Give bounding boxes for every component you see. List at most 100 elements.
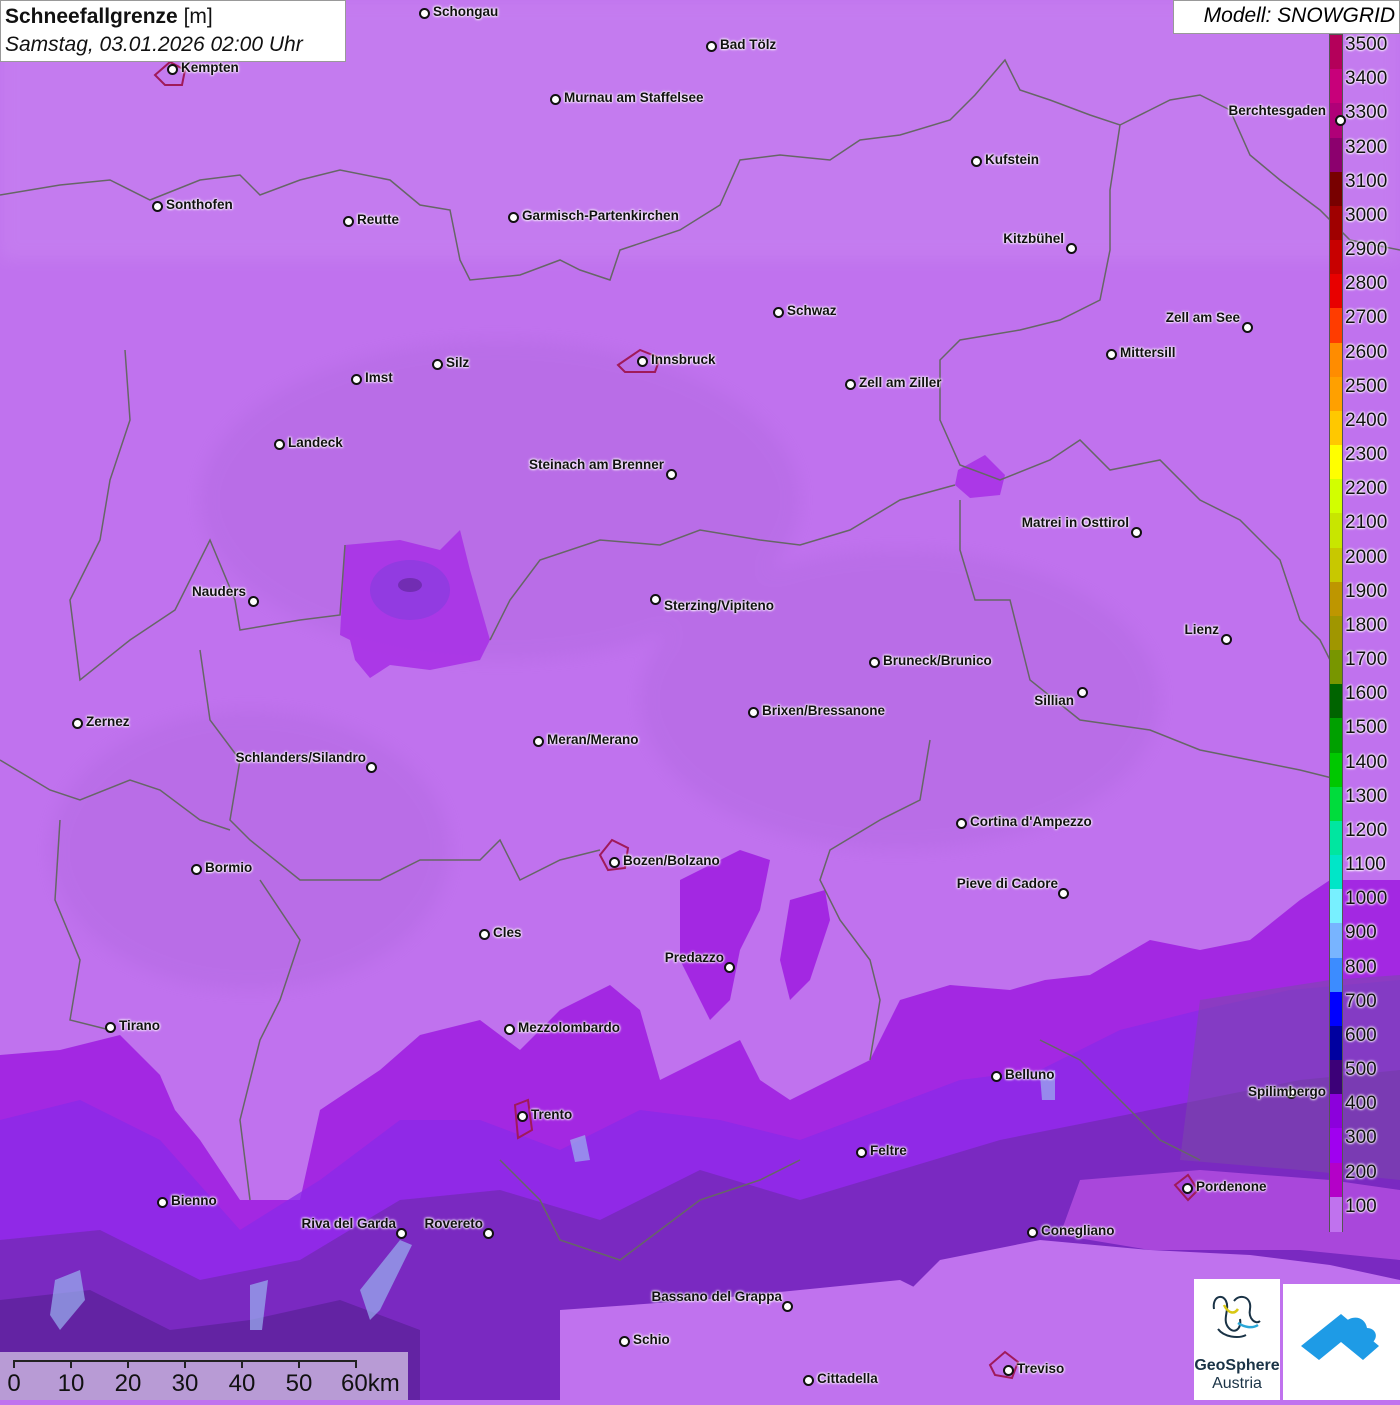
scale-tick	[298, 1360, 300, 1368]
legend-swatch	[1330, 137, 1342, 173]
geosphere-austria-logo[interactable]: GeoSphere Austria	[1194, 1279, 1280, 1400]
city-marker	[396, 1228, 407, 1239]
city-marker	[366, 762, 377, 773]
city-label: Belluno	[1005, 1067, 1055, 1082]
legend-swatch	[1330, 786, 1342, 822]
city-label: Bruneck/Brunico	[883, 653, 992, 668]
city-marker	[1003, 1365, 1014, 1376]
city-marker	[1221, 634, 1232, 645]
city-label: Landeck	[288, 435, 343, 450]
city-label: Schwaz	[787, 303, 837, 318]
legend-label: 2000	[1345, 546, 1388, 568]
city-marker	[773, 307, 784, 318]
scale-label: 10	[57, 1370, 85, 1397]
city-marker	[803, 1375, 814, 1386]
scale-tick	[184, 1360, 186, 1368]
legend-label: 3000	[1345, 204, 1388, 226]
model-label: Modell: SNOWGRID	[1173, 0, 1400, 34]
city-marker	[483, 1228, 494, 1239]
city-marker	[856, 1147, 867, 1158]
legend-label: 300	[1345, 1127, 1377, 1149]
city-label: Mezzolombardo	[518, 1020, 621, 1035]
legend-label: 2700	[1345, 307, 1388, 329]
city-label: Cittadella	[817, 1371, 878, 1386]
city-label: Sonthofen	[166, 197, 233, 212]
city-marker	[1058, 888, 1069, 899]
legend-swatch	[1330, 1196, 1342, 1232]
legend-swatch	[1330, 684, 1342, 720]
scale-label: 60km	[341, 1370, 400, 1397]
city-label: Zell am Ziller	[859, 375, 942, 390]
city-label: Murnau am Staffelsee	[564, 90, 704, 105]
city-marker	[1131, 527, 1142, 538]
legend-swatch	[1330, 1025, 1342, 1061]
legend-swatch	[1330, 752, 1342, 788]
legend-label: 1100	[1345, 854, 1386, 876]
city-marker	[351, 374, 362, 385]
legend-label: 3400	[1345, 68, 1388, 90]
scale-label: 30	[171, 1370, 199, 1397]
legend-swatch	[1330, 240, 1342, 276]
city-marker	[167, 64, 178, 75]
city-marker	[1242, 322, 1253, 333]
city-label: Spilimbergo	[1247, 1084, 1326, 1099]
color-legend: 3500 3400 3300 3200 3100 3000 2900 2800 2700 2600…	[1329, 34, 1400, 1234]
city-label: Rovereto	[424, 1216, 483, 1231]
city-label: Matrei in Osttirol	[1021, 515, 1129, 530]
city-marker	[666, 469, 677, 480]
city-label: Nauders	[191, 584, 246, 599]
city-label: Brixen/Bressanone	[762, 703, 886, 718]
legend-swatch	[1330, 889, 1342, 925]
legend-swatch	[1330, 718, 1342, 754]
legend-swatch	[1330, 513, 1342, 549]
title-parameter: Schneefallgrenze	[5, 5, 178, 28]
scale-tick	[355, 1360, 357, 1368]
legend-label: 3200	[1345, 136, 1388, 158]
legend-label: 1400	[1345, 751, 1388, 773]
city-label: Riva del Garda	[301, 1216, 396, 1231]
city-label: Cles	[493, 925, 522, 940]
city-label: Meran/Merano	[547, 732, 639, 747]
map-title: Schneefallgrenze [m]	[5, 3, 341, 31]
scale-tick	[127, 1360, 129, 1368]
city-label: Reutte	[357, 212, 400, 227]
legend-label: 2200	[1345, 478, 1388, 500]
scale-tick	[13, 1360, 15, 1368]
legend-swatch	[1330, 410, 1342, 446]
legend-label: 900	[1345, 922, 1377, 944]
city-marker	[274, 439, 285, 450]
city-label: Zell am See	[1165, 310, 1240, 325]
geosphere-emblem-icon	[1212, 1295, 1261, 1338]
scale-label: 40	[228, 1370, 256, 1397]
legend-label: 1600	[1345, 683, 1388, 705]
city-marker	[748, 707, 759, 718]
legend-label: 3100	[1345, 170, 1388, 192]
title-unit: [m]	[183, 5, 213, 28]
legend-label: 3300	[1345, 102, 1388, 124]
legend-swatch	[1330, 69, 1342, 105]
city-marker	[1066, 243, 1077, 254]
legend-label: 2100	[1345, 512, 1388, 534]
city-marker	[609, 857, 620, 868]
legend-swatch	[1330, 274, 1342, 310]
legend-swatch	[1330, 923, 1342, 959]
city-label: Schlanders/Silandro	[235, 750, 366, 765]
city-marker	[724, 962, 735, 973]
legend-swatch	[1330, 308, 1342, 344]
scale-label: 50	[285, 1370, 313, 1397]
weather-app-logo[interactable]	[1283, 1284, 1400, 1400]
city-label: Mittersill	[1120, 345, 1176, 360]
city-marker	[991, 1071, 1002, 1082]
city-marker	[956, 818, 967, 829]
legend-label: 1000	[1345, 888, 1388, 910]
legend-label: 1900	[1345, 580, 1388, 602]
legend-swatch	[1330, 342, 1342, 378]
city-label: Bozen/Bolzano	[623, 853, 720, 868]
city-label: Tirano	[119, 1018, 161, 1033]
city-marker	[152, 201, 163, 212]
legend-label: 800	[1345, 956, 1377, 978]
city-label: Trento	[531, 1107, 573, 1122]
legend-swatch	[1330, 650, 1342, 686]
scale-label: 20	[114, 1370, 142, 1397]
city-marker	[845, 379, 856, 390]
